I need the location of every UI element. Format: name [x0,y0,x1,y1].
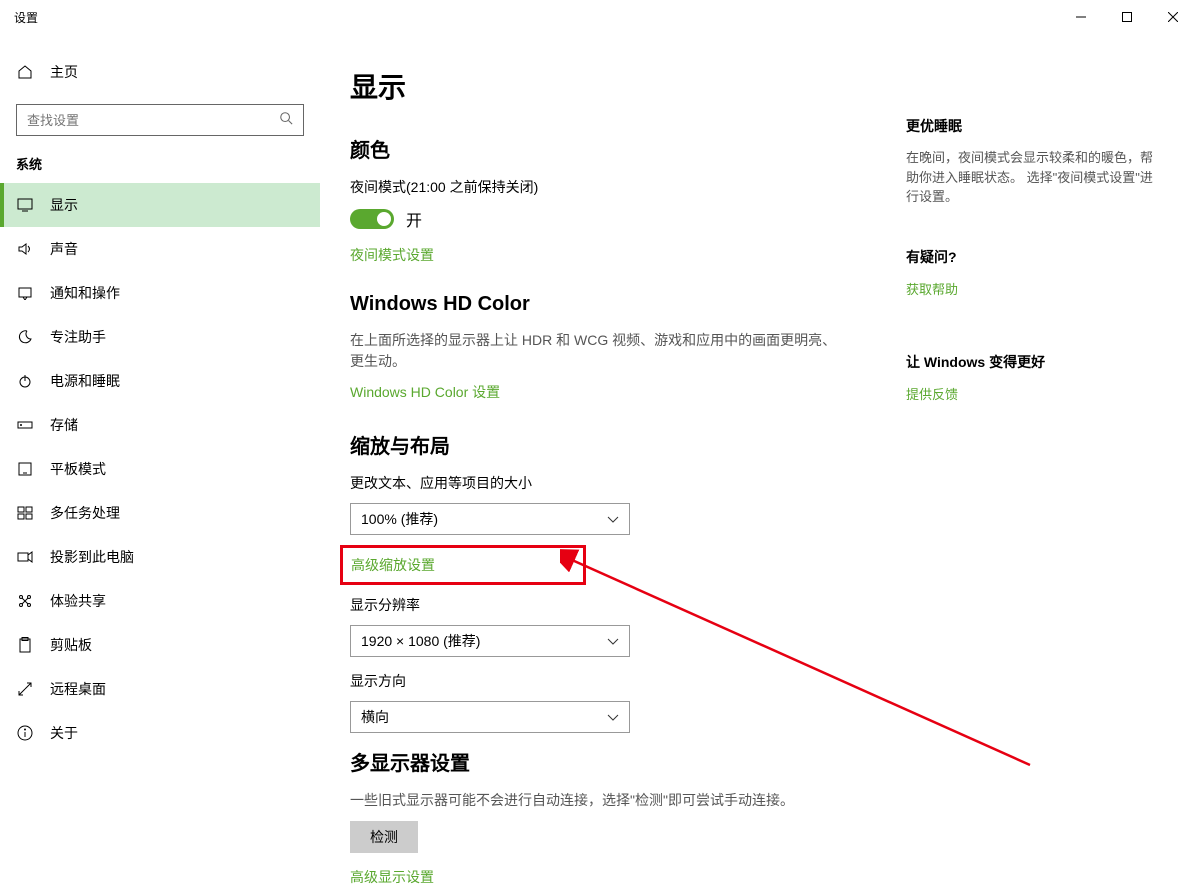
resolution-value: 1920 × 1080 (推荐) [361,631,480,651]
resolution-select[interactable]: 1920 × 1080 (推荐) [350,625,630,657]
home-label: 主页 [50,62,78,82]
search-icon [279,111,293,130]
sidebar-item-about[interactable]: 关于 [0,711,320,755]
night-mode-toggle[interactable] [350,209,394,229]
sidebar-item-label: 关于 [50,723,78,743]
multitask-icon [16,504,34,522]
scale-size-value: 100% (推荐) [361,509,438,529]
storage-icon [16,416,34,434]
section-scale-title: 缩放与布局 [350,430,846,459]
advanced-scale-link[interactable]: 高级缩放设置 [351,555,435,575]
toggle-state-label: 开 [406,207,422,231]
aside: 更优睡眠 在晚间，夜间模式会显示较柔和的暖色，帮助你进入睡眠状态。 选择"夜间模… [906,66,1156,895]
window-title: 设置 [14,9,1058,26]
monitor-icon [16,196,34,214]
sidebar-item-label: 电源和睡眠 [50,371,120,391]
section-hdcolor-title: Windows HD Color [350,293,846,316]
orientation-select[interactable]: 横向 [350,701,630,733]
chevron-down-icon [607,709,619,725]
aside-help-title: 有疑问? [906,247,1156,267]
sidebar: 主页 系统 显示 声音 通知和操作 [0,34,320,895]
info-icon [16,724,34,742]
main-content: 显示 颜色 夜间模式(21:00 之前保持关闭) 开 夜间模式设置 Window… [350,66,846,895]
aside-better-title: 让 Windows 变得更好 [906,352,1156,372]
sidebar-item-focus[interactable]: 专注助手 [0,315,320,359]
sidebar-item-display[interactable]: 显示 [0,183,320,227]
sidebar-item-label: 平板模式 [50,459,106,479]
remote-icon [16,680,34,698]
resolution-label: 显示分辨率 [350,595,846,615]
tablet-icon [16,460,34,478]
sidebar-item-label: 远程桌面 [50,679,106,699]
chevron-down-icon [607,633,619,649]
search-input-wrap[interactable] [16,104,304,136]
sidebar-section-label: 系统 [0,136,320,183]
sidebar-item-sound[interactable]: 声音 [0,227,320,271]
aside-sleep-desc: 在晚间，夜间模式会显示较柔和的暖色，帮助你进入睡眠状态。 选择"夜间模式设置"进… [906,148,1156,207]
sidebar-item-label: 通知和操作 [50,283,120,303]
maximize-button[interactable] [1104,1,1150,33]
detect-button[interactable]: 检测 [350,821,418,853]
sidebar-item-tablet[interactable]: 平板模式 [0,447,320,491]
scale-size-select[interactable]: 100% (推荐) [350,503,630,535]
sidebar-item-label: 投影到此电脑 [50,547,134,567]
sidebar-item-label: 体验共享 [50,591,106,611]
advanced-display-link[interactable]: 高级显示设置 [350,867,434,887]
minimize-button[interactable] [1058,1,1104,33]
aside-feedback-link[interactable]: 提供反馈 [906,384,958,403]
aside-sleep-title: 更优睡眠 [906,116,1156,136]
sidebar-item-label: 专注助手 [50,327,106,347]
sidebar-item-storage[interactable]: 存储 [0,403,320,447]
home-link[interactable]: 主页 [0,54,320,90]
sidebar-item-label: 剪贴板 [50,635,92,655]
aside-help-link[interactable]: 获取帮助 [906,279,958,298]
orientation-value: 横向 [361,707,389,727]
speaker-icon [16,240,34,258]
sidebar-item-project[interactable]: 投影到此电脑 [0,535,320,579]
sidebar-item-label: 存储 [50,415,78,435]
section-color-title: 颜色 [350,134,846,163]
share-icon [16,592,34,610]
section-multi-title: 多显示器设置 [350,747,846,776]
sidebar-item-remote[interactable]: 远程桌面 [0,667,320,711]
sidebar-item-label: 显示 [50,195,78,215]
sidebar-item-label: 声音 [50,239,78,259]
highlighted-advanced-scale: 高级缩放设置 [340,545,586,585]
hdcolor-settings-link[interactable]: Windows HD Color 设置 [350,382,500,402]
hdcolor-desc: 在上面所选择的显示器上让 HDR 和 WCG 视频、游戏和应用中的画面更明亮、更… [350,330,846,372]
orientation-label: 显示方向 [350,671,846,691]
notification-icon [16,284,34,302]
scale-size-label: 更改文本、应用等项目的大小 [350,473,846,493]
close-button[interactable] [1150,1,1196,33]
project-icon [16,548,34,566]
sidebar-item-power[interactable]: 电源和睡眠 [0,359,320,403]
page-heading: 显示 [350,66,846,106]
sidebar-item-multitask[interactable]: 多任务处理 [0,491,320,535]
moon-icon [16,328,34,346]
power-icon [16,372,34,390]
sidebar-item-share[interactable]: 体验共享 [0,579,320,623]
multi-desc: 一些旧式显示器可能不会进行自动连接，选择"检测"即可尝试手动连接。 [350,790,846,811]
titlebar: 设置 [0,0,1196,34]
clipboard-icon [16,636,34,654]
chevron-down-icon [607,511,619,527]
search-input[interactable] [27,113,279,128]
night-mode-settings-link[interactable]: 夜间模式设置 [350,245,434,265]
home-icon [16,63,34,81]
sidebar-item-label: 多任务处理 [50,503,120,523]
night-mode-label: 夜间模式(21:00 之前保持关闭) [350,177,846,197]
sidebar-item-notifications[interactable]: 通知和操作 [0,271,320,315]
sidebar-item-clipboard[interactable]: 剪贴板 [0,623,320,667]
